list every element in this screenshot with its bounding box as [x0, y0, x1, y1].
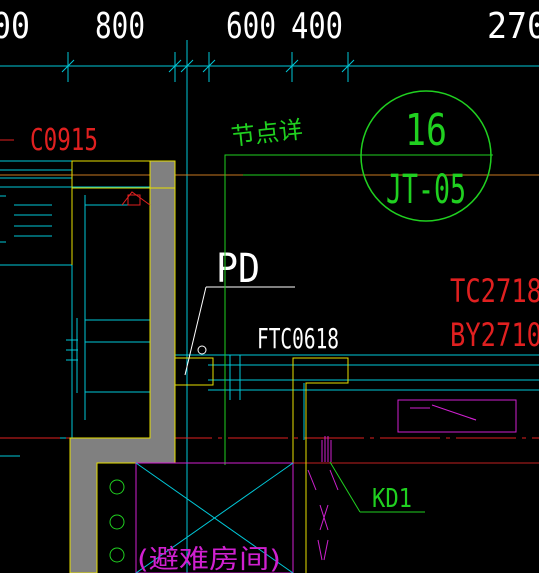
ftc-label: FTC0618	[257, 322, 339, 355]
window-label-c0915: C0915	[30, 123, 98, 158]
dimension-text-right: 270	[487, 6, 539, 47]
detail-callout-number: 16	[405, 105, 447, 156]
dimension-text-400: 400	[291, 6, 343, 47]
kd-label: KD1	[372, 484, 412, 514]
by-label: BY2710	[450, 316, 539, 354]
cad-drawing-canvas: 00 800 600 400 270 C0915 PD FTC0618 节点详 …	[0, 0, 539, 573]
tc-label: TC2718	[450, 272, 539, 310]
evacuation-room-label: (避难房间)	[137, 545, 281, 573]
dimension-text-left: 00	[0, 6, 30, 47]
detail-callout-sheet: JT-05	[386, 167, 466, 213]
dimension-text-800: 800	[95, 6, 145, 47]
pd-label: PD	[216, 246, 260, 292]
dimension-text-600: 600	[226, 6, 276, 47]
